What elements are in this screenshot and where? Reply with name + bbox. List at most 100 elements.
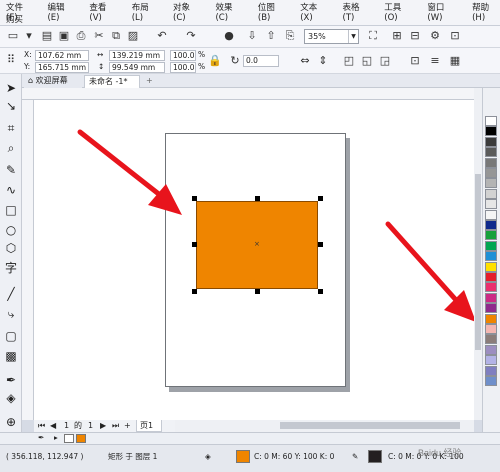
- menu-item[interactable]: 编辑(E): [47, 1, 74, 23]
- round-corner-icon[interactable]: ◰: [342, 54, 356, 68]
- palette-swatch[interactable]: [485, 324, 497, 334]
- search-icon[interactable]: ●: [222, 29, 236, 43]
- palette-swatch[interactable]: [485, 178, 497, 189]
- palette-swatch[interactable]: [485, 230, 497, 241]
- freehand-tool-icon[interactable]: ✎: [3, 162, 19, 178]
- relative-corner-icon[interactable]: ⊡: [408, 54, 422, 68]
- copy-icon[interactable]: ⧉: [109, 29, 123, 43]
- horizontal-ruler[interactable]: [22, 88, 474, 100]
- open-icon[interactable]: ▾: [22, 29, 36, 43]
- shape-tool-icon[interactable]: ↘: [3, 98, 19, 114]
- selection-handle[interactable]: [318, 196, 323, 201]
- palette-swatch[interactable]: [485, 365, 497, 376]
- palette-swatch[interactable]: [485, 188, 497, 199]
- menu-item[interactable]: 对象(C): [173, 1, 200, 23]
- palette-swatch[interactable]: [485, 157, 497, 168]
- object-origin-icon[interactable]: ⠿: [4, 53, 18, 67]
- connector-tool-icon[interactable]: ⤷: [3, 306, 19, 322]
- menu-item[interactable]: 窗口(W): [427, 1, 457, 23]
- menu-item[interactable]: 布局(L): [132, 1, 158, 23]
- palette-swatch[interactable]: [485, 261, 497, 272]
- palette-swatch[interactable]: [485, 209, 497, 220]
- tab-document[interactable]: 未命名 -1*: [84, 75, 140, 88]
- outline-color-chip[interactable]: [368, 450, 382, 463]
- add-page-icon[interactable]: +: [124, 420, 131, 431]
- menu-item[interactable]: 帮助(H): [472, 1, 500, 23]
- scale-x-field[interactable]: 100.0: [170, 50, 196, 61]
- document-fill-swatch[interactable]: [76, 434, 86, 443]
- width-field[interactable]: 139.219 mm: [109, 50, 165, 61]
- palette-swatch[interactable]: [485, 334, 497, 345]
- height-field[interactable]: 99.549 mm: [109, 62, 165, 73]
- export-icon[interactable]: ⇧: [264, 29, 278, 43]
- tab-welcome[interactable]: ⌂ 欢迎屏幕: [24, 75, 82, 88]
- to-front-icon[interactable]: ▦: [448, 54, 462, 68]
- redo-icon[interactable]: ↷: [184, 29, 198, 43]
- add-tool-icon[interactable]: ⊕: [3, 414, 19, 430]
- first-page-icon[interactable]: ⏮: [38, 420, 45, 431]
- paste-icon[interactable]: ▨: [126, 29, 140, 43]
- mirror-vertical-icon[interactable]: ⇕: [316, 54, 330, 68]
- new-icon[interactable]: ▭: [6, 29, 20, 43]
- fill-color-chip[interactable]: [236, 450, 250, 463]
- fullscreen-icon[interactable]: ⛶: [366, 29, 380, 43]
- wrap-text-icon[interactable]: ≡: [428, 54, 442, 68]
- last-page-icon[interactable]: ⏭: [112, 420, 119, 431]
- menu-item[interactable]: 位图(B): [258, 1, 285, 23]
- palette-swatch[interactable]: [485, 116, 497, 126]
- text-tool-icon[interactable]: 字: [3, 260, 19, 276]
- interactive-fill-icon[interactable]: ◈: [3, 390, 19, 406]
- scallop-corner-icon[interactable]: ◱: [360, 54, 374, 68]
- launch-icon[interactable]: ⊡: [448, 29, 462, 43]
- parallel-dimension-icon[interactable]: ╱: [3, 286, 19, 302]
- palette-swatch[interactable]: [485, 126, 497, 137]
- menu-item[interactable]: 表格(T): [343, 1, 370, 23]
- vertical-ruler[interactable]: [22, 100, 34, 420]
- eyedropper-icon[interactable]: ✒: [3, 372, 19, 388]
- crop-tool-icon[interactable]: ⌗: [3, 120, 19, 136]
- page-tab[interactable]: 页1: [136, 420, 162, 432]
- selection-handle[interactable]: [192, 196, 197, 201]
- palette-swatch[interactable]: [485, 240, 497, 251]
- selection-handle[interactable]: [255, 196, 260, 201]
- no-fill-swatch[interactable]: [64, 434, 74, 443]
- palette-swatch[interactable]: [485, 199, 497, 210]
- transparency-icon[interactable]: ▩: [3, 348, 19, 364]
- vertical-scroll-thumb[interactable]: [475, 174, 481, 350]
- palette-swatch[interactable]: [485, 355, 497, 366]
- print-icon[interactable]: ⎙: [74, 29, 88, 43]
- polygon-tool-icon[interactable]: ⬡: [3, 240, 19, 256]
- mirror-horizontal-icon[interactable]: ⇔: [298, 54, 312, 68]
- next-page-icon[interactable]: ▶: [100, 420, 106, 431]
- zoom-tool-icon[interactable]: ⌕: [3, 140, 19, 156]
- palette-swatch[interactable]: [485, 376, 497, 386]
- import-icon[interactable]: ⇩: [245, 29, 259, 43]
- options-icon[interactable]: ⚙: [428, 29, 442, 43]
- x-position-field[interactable]: 107.62 mm: [35, 50, 89, 61]
- drop-shadow-icon[interactable]: ▢: [3, 328, 19, 344]
- menu-item[interactable]: 查看(V): [89, 1, 116, 23]
- selection-handle[interactable]: [318, 242, 323, 247]
- menu-item[interactable]: 效果(C): [215, 1, 242, 23]
- scale-y-field[interactable]: 100.0: [170, 62, 196, 73]
- selection-handle[interactable]: [192, 289, 197, 294]
- lock-ratio-icon[interactable]: 🔒: [208, 54, 222, 68]
- palette-swatch[interactable]: [485, 303, 497, 314]
- rectangle-tool-icon[interactable]: □: [3, 202, 19, 218]
- y-position-field[interactable]: 165.715 mm: [35, 62, 89, 73]
- publish-pdf-icon[interactable]: ⎘: [283, 29, 297, 43]
- undo-icon[interactable]: ↶: [155, 29, 169, 43]
- selection-handle[interactable]: [318, 289, 323, 294]
- rotation-field[interactable]: 0.0: [243, 55, 279, 67]
- palette-swatch[interactable]: [485, 251, 497, 262]
- eyedropper-small-icon[interactable]: ✒: [38, 433, 44, 443]
- open-folder-icon[interactable]: ▤: [40, 29, 54, 43]
- palette-swatch[interactable]: [485, 220, 497, 230]
- menu-item[interactable]: 工具(O): [384, 1, 412, 23]
- cut-icon[interactable]: ✂: [92, 29, 106, 43]
- zoom-select[interactable]: 35% ▼: [304, 29, 359, 44]
- selection-handle[interactable]: [192, 242, 197, 247]
- palette-swatch[interactable]: [485, 344, 497, 355]
- add-tab-button[interactable]: +: [142, 75, 156, 88]
- ellipse-tool-icon[interactable]: ○: [3, 222, 19, 238]
